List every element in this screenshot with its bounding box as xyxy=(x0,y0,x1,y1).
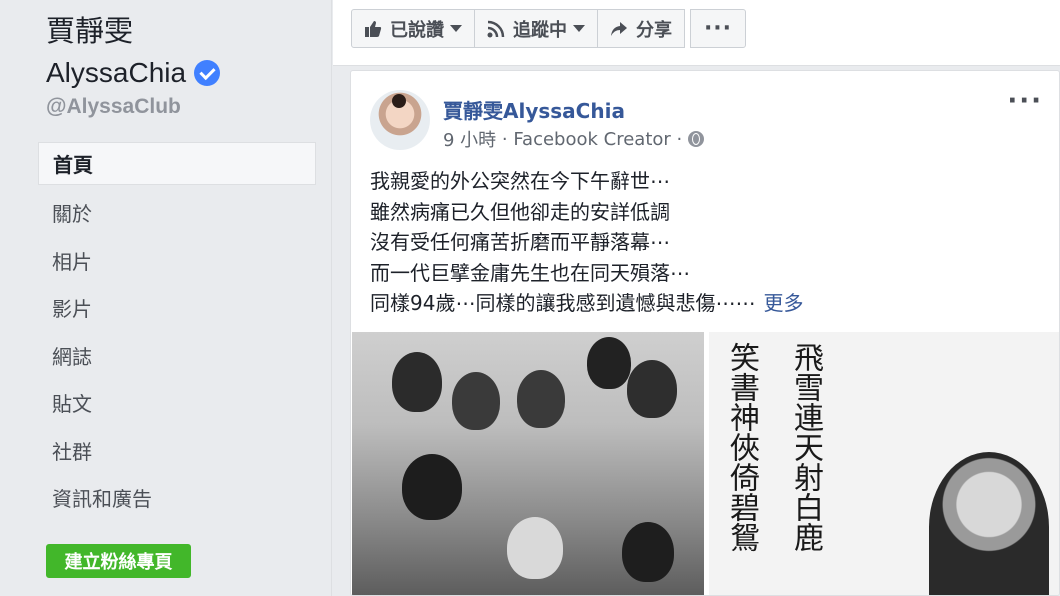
more-options-button[interactable]: ··· xyxy=(690,9,746,48)
page-name-latin[interactable]: AlyssaChia xyxy=(46,54,221,92)
page-actions: 已說讚 追蹤中 分享 ··· xyxy=(351,9,746,48)
page-name-latin-text[interactable]: AlyssaChia xyxy=(46,54,186,92)
meta-separator: · xyxy=(670,128,683,150)
nav-item-community[interactable]: 社群 xyxy=(38,427,316,475)
photo-portrait xyxy=(929,452,1049,595)
see-more-link[interactable]: 更多 xyxy=(763,291,803,315)
liked-button[interactable]: 已說讚 xyxy=(351,9,475,48)
page-handle[interactable]: @AlyssaClub xyxy=(46,95,181,119)
photo-figure xyxy=(452,372,500,430)
post-author[interactable]: 賈靜雯AlyssaChia xyxy=(443,95,625,124)
page-action-bar: 已說讚 追蹤中 分享 ··· xyxy=(333,0,1060,66)
thumbs-up-icon xyxy=(364,20,382,38)
page-sidebar: 賈靜雯 AlyssaChia @AlyssaClub 首頁 關於 相片 影片 網… xyxy=(0,0,332,596)
photo-figure xyxy=(402,454,462,520)
post-text-line: 沒有受任何痛苦折磨而平靜落幕⋯ xyxy=(370,230,670,254)
photo-figure xyxy=(622,522,674,582)
post-text-line: 雖然病痛已久但他卻走的安詳低調 xyxy=(370,199,670,224)
nav-item-home[interactable]: 首頁 xyxy=(38,142,316,185)
rss-icon xyxy=(487,20,505,38)
post-meta: 9 小時 · Facebook Creator · xyxy=(443,126,705,152)
chevron-down-icon xyxy=(573,25,585,32)
post-options-button[interactable]: ··· xyxy=(1007,88,1043,114)
photo-figure xyxy=(517,370,565,428)
calligraphy-column: 飛雪連天射白鹿 xyxy=(788,342,823,552)
nav-item-notes[interactable]: 網誌 xyxy=(38,332,316,380)
post-text: 我親愛的外公突然在今下午辭世⋯ 雖然病痛已久但他卻走的安詳低調 沒有受任何痛苦折… xyxy=(370,166,1040,319)
post-photo-calligraphy[interactable]: 飛雪連天射白鹿 笑書神俠倚碧鴛 xyxy=(709,332,1059,595)
meta-separator: · xyxy=(496,128,514,150)
nav-item-posts[interactable]: 貼文 xyxy=(38,379,316,427)
post-source: Facebook Creator xyxy=(513,128,671,150)
calligraphy-column: 笑書神俠倚碧鴛 xyxy=(724,342,759,552)
nav-item-photos[interactable]: 相片 xyxy=(38,237,316,285)
following-button[interactable]: 追蹤中 xyxy=(474,9,598,48)
share-arrow-icon xyxy=(610,20,628,38)
nav-item-info-ads[interactable]: 資訊和廣告 xyxy=(38,474,316,522)
following-button-label: 追蹤中 xyxy=(513,19,567,41)
nav-item-videos[interactable]: 影片 xyxy=(38,284,316,332)
author-avatar[interactable] xyxy=(370,90,430,150)
globe-icon xyxy=(688,131,705,147)
post-text-line: 同樣94歲⋯同樣的讓我感到遺憾與悲傷⋯⋯ xyxy=(370,291,756,315)
post-text-line: 我親愛的外公突然在今下午辭世⋯ xyxy=(370,169,670,193)
post-text-line-last: 同樣94歲⋯同樣的讓我感到遺憾與悲傷⋯⋯ 更多 xyxy=(370,288,1040,319)
post-card: 賈靜雯AlyssaChia 9 小時 · Facebook Creator · … xyxy=(350,70,1060,596)
share-button-label: 分享 xyxy=(636,19,672,41)
photo-figure xyxy=(627,360,677,418)
nav-item-about[interactable]: 關於 xyxy=(38,189,316,237)
share-button[interactable]: 分享 xyxy=(597,9,685,48)
create-page-button[interactable]: 建立粉絲專頁 xyxy=(46,544,191,578)
photo-figure xyxy=(507,517,563,579)
page-nav: 首頁 關於 相片 影片 網誌 貼文 社群 資訊和廣告 xyxy=(38,142,316,522)
liked-button-label: 已說讚 xyxy=(390,19,444,41)
photo-figure xyxy=(587,337,631,389)
verified-badge-icon xyxy=(194,60,221,86)
photo-figure xyxy=(392,352,442,412)
page-name[interactable]: 賈靜雯 xyxy=(46,12,133,50)
post-time[interactable]: 9 小時 xyxy=(443,126,496,152)
chevron-down-icon xyxy=(450,25,462,32)
post-photo-family[interactable] xyxy=(352,332,704,595)
post-text-line: 而一代巨擘金庸先生也在同天殞落⋯ xyxy=(370,260,690,285)
